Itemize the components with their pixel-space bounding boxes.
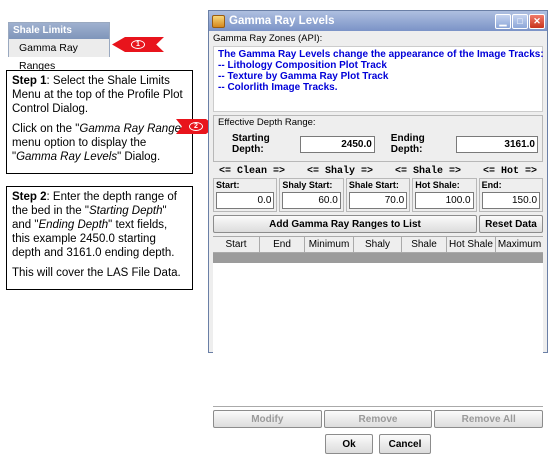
zone-fields-row: Start: 0.0 Shaly Start: 60.0 Shale Start… — [209, 178, 547, 212]
step2-para2: This will cover the LAS File Data. — [12, 267, 181, 279]
window-controls: ▁ □ ✕ — [495, 13, 547, 29]
menu-title[interactable]: Shale Limits — [9, 23, 109, 39]
zone-shaly-start-label: Shaly Start: — [282, 180, 333, 190]
dialog-title: Gamma Ray Levels — [229, 15, 335, 27]
step2-heading: Step 2 — [12, 191, 47, 203]
zone-start: Start: 0.0 — [213, 178, 278, 212]
ending-depth-label: Ending Depth: — [390, 133, 425, 155]
zone-hot-shale-label: Hot Shale: — [415, 180, 460, 190]
legend-shale: <= Shale => — [394, 166, 461, 177]
col-maximum[interactable]: Maximum — [496, 237, 543, 253]
zone-end: End: 150.0 — [478, 178, 544, 212]
zone-start-label: Start: — [216, 180, 240, 190]
reset-data-button[interactable]: Reset Data — [479, 215, 543, 233]
callout-number-2: 2 — [189, 122, 203, 131]
maximize-icon[interactable]: □ — [512, 13, 528, 29]
remove-button[interactable]: Remove — [323, 410, 433, 428]
zone-hot-shale: Hot Shale: 100.0 — [412, 178, 477, 212]
zone-shaly-start-field[interactable]: 60.0 — [282, 192, 341, 209]
zone-end-field[interactable]: 150.0 — [481, 192, 541, 209]
zone-hot-shale-field[interactable]: 100.0 — [415, 192, 474, 209]
ranges-table[interactable] — [213, 253, 543, 407]
col-shale[interactable]: Shale — [402, 237, 447, 253]
add-ranges-button[interactable]: Add Gamma Ray Ranges to List — [213, 215, 477, 233]
legend-clean: <= Clean => — [219, 166, 286, 177]
minimize-icon[interactable]: ▁ — [495, 13, 511, 29]
modify-button[interactable]: Modify — [213, 410, 322, 428]
zone-end-label: End: — [481, 180, 502, 190]
ok-button[interactable]: Ok — [325, 434, 373, 454]
ending-depth-field[interactable]: 3161.0 — [455, 135, 538, 153]
step1-para2: Click on the "Gamma Ray Range" menu opti… — [12, 123, 185, 163]
info-box: The Gamma Ray Levels change the appearan… — [213, 46, 544, 112]
zone-legend: <= Clean => <= Shaly => <= Shale => <= H… — [209, 162, 547, 178]
close-icon[interactable]: ✕ — [529, 13, 545, 29]
starting-depth-label: Starting Depth: — [232, 133, 270, 155]
remove-all-button[interactable]: Remove All — [434, 410, 544, 428]
java-cup-icon — [212, 14, 225, 28]
zone-shaly-start: Shaly Start: 60.0 — [279, 178, 344, 212]
effective-depth-group: Effective Depth Range: Starting Depth: 2… — [213, 115, 543, 162]
shale-limits-menu: Shale Limits Gamma Ray Ranges — [8, 22, 110, 72]
dialog-titlebar[interactable]: Gamma Ray Levels ▁ □ ✕ — [209, 11, 547, 31]
col-start[interactable]: Start — [213, 237, 260, 253]
col-hot-shale[interactable]: Hot Shale — [447, 237, 496, 253]
list-action-row: Modify Remove Remove All — [213, 410, 544, 428]
col-minimum[interactable]: Minimum — [305, 237, 354, 253]
starting-depth-field[interactable]: 2450.0 — [300, 135, 375, 153]
col-end[interactable]: End — [260, 237, 305, 253]
menu-item-gamma-ray-ranges[interactable]: Gamma Ray Ranges — [9, 39, 109, 72]
step1-box: Step 1: Select the Shale Limits Menu at … — [6, 70, 193, 174]
legend-shaly: <= Shaly => — [306, 166, 373, 177]
effective-depth-label: Effective Depth Range: — [218, 117, 316, 128]
callout-arrow-1: 1 — [112, 37, 164, 52]
info-line: -- Lithology Composition Plot Track — [218, 60, 387, 71]
zone-shale-start-field[interactable]: 70.0 — [348, 192, 408, 209]
info-line: -- Texture by Gamma Ray Plot Track — [218, 71, 389, 82]
callout-number-1: 1 — [131, 40, 145, 49]
zone-start-field[interactable]: 0.0 — [216, 192, 275, 209]
cancel-button[interactable]: Cancel — [379, 434, 431, 454]
info-line: The Gamma Ray Levels change the appearan… — [218, 49, 544, 60]
step2-para1: Step 2: Enter the depth range of the bed… — [12, 191, 177, 259]
depth-row: Starting Depth: 2450.0 Ending Depth: 316… — [218, 133, 538, 155]
action-row: Add Gamma Ray Ranges to List Reset Data — [213, 215, 543, 233]
table-header: Start End Minimum Shaly Shale Hot Shale … — [213, 236, 543, 253]
step2-box: Step 2: Enter the depth range of the bed… — [6, 186, 193, 290]
zones-label: Gamma Ray Zones (API): — [213, 33, 323, 44]
info-line: -- Colorlith Image Tracks. — [218, 82, 338, 93]
dialog-footer: Ok Cancel — [209, 434, 547, 454]
legend-hot: <= Hot => — [482, 166, 537, 177]
zone-shale-start: Shale Start: 70.0 — [345, 178, 411, 212]
col-shaly[interactable]: Shaly — [354, 237, 402, 253]
step1-heading: Step 1 — [12, 75, 47, 87]
gamma-ray-levels-dialog: Gamma Ray Levels ▁ □ ✕ Gamma Ray Zones (… — [208, 10, 548, 454]
zone-shale-start-label: Shale Start: — [348, 180, 399, 190]
table-row[interactable] — [213, 253, 543, 263]
step1-para1: Step 1: Select the Shale Limits Menu at … — [12, 75, 183, 115]
